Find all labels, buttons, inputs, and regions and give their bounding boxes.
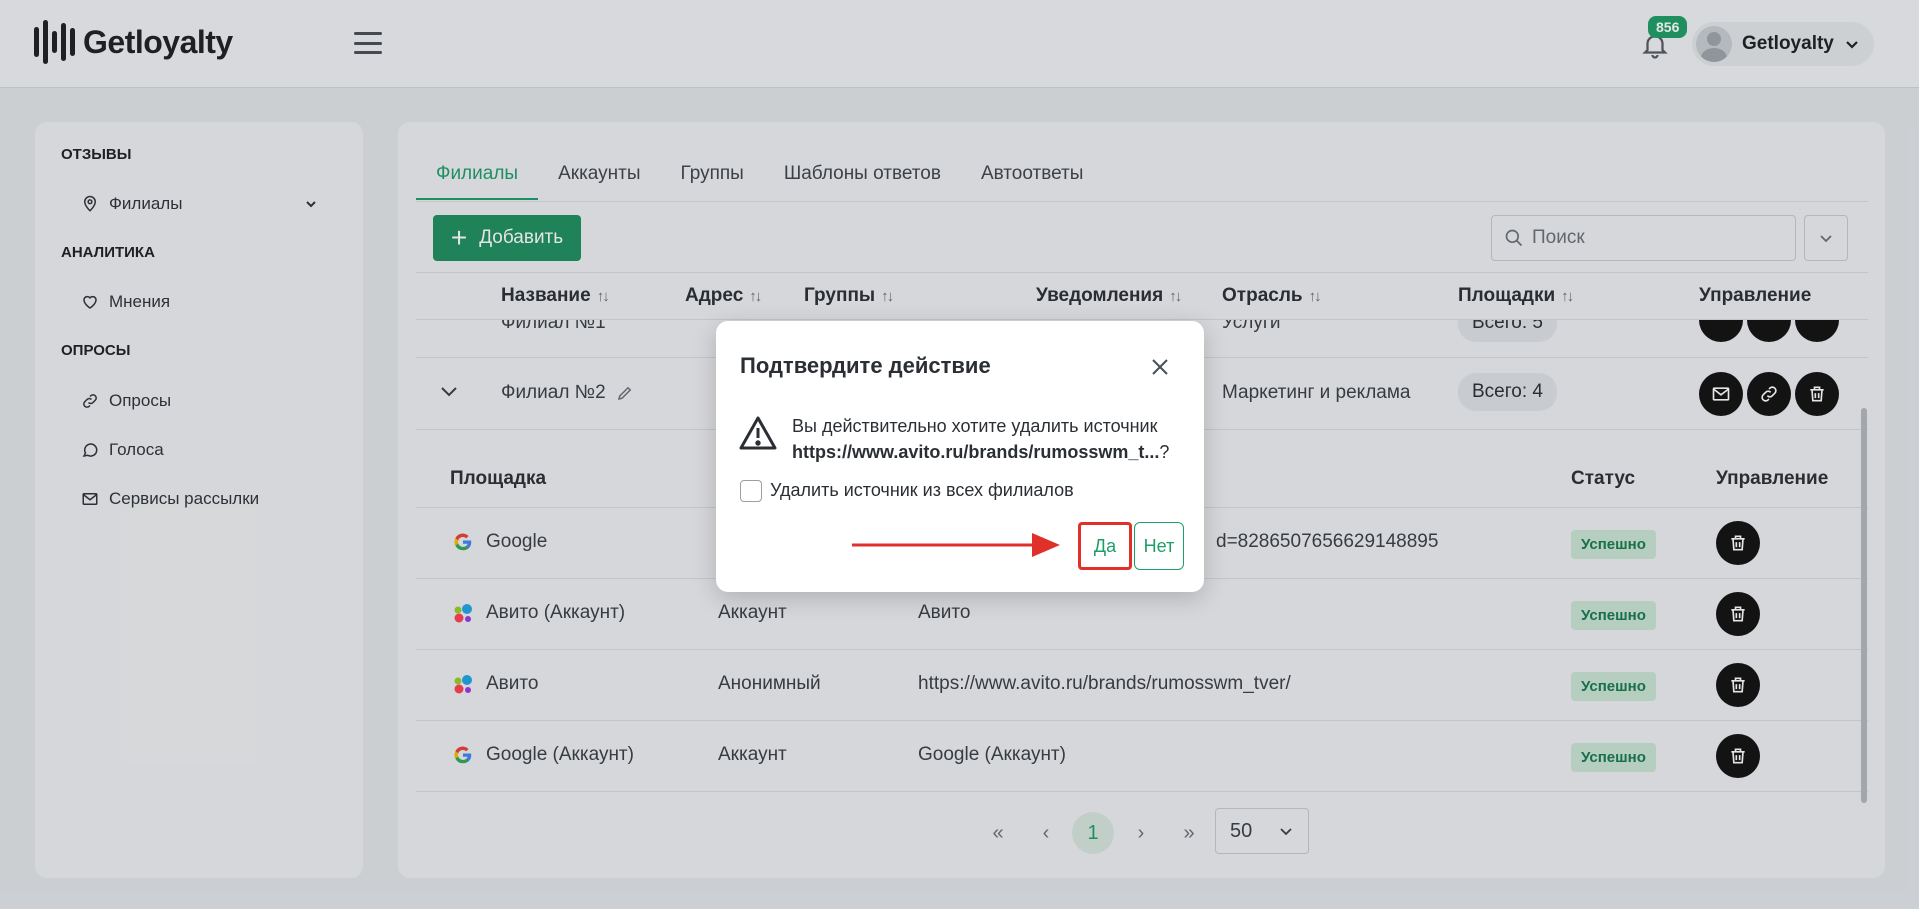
checkbox-label: Удалить источник из всех филиалов <box>770 480 1074 500</box>
dialog-message-text: Вы действительно хотите удалить источник <box>792 416 1158 436</box>
warning-icon <box>739 416 777 450</box>
annotation-arrow-icon <box>852 533 1060 557</box>
confirm-no-button[interactable]: Нет <box>1134 522 1184 570</box>
dialog-title: Подтвердите действие <box>740 353 991 378</box>
delete-from-all-checkbox[interactable] <box>740 480 762 502</box>
confirm-yes-button[interactable]: Да <box>1078 522 1132 570</box>
dialog-source: https://www.avito.ru/brands/rumosswm_t..… <box>792 442 1160 462</box>
dialog-suffix: ? <box>1159 442 1170 462</box>
dialog-message: Вы действительно хотите удалить источник… <box>792 413 1192 465</box>
close-icon[interactable] <box>1148 355 1172 379</box>
